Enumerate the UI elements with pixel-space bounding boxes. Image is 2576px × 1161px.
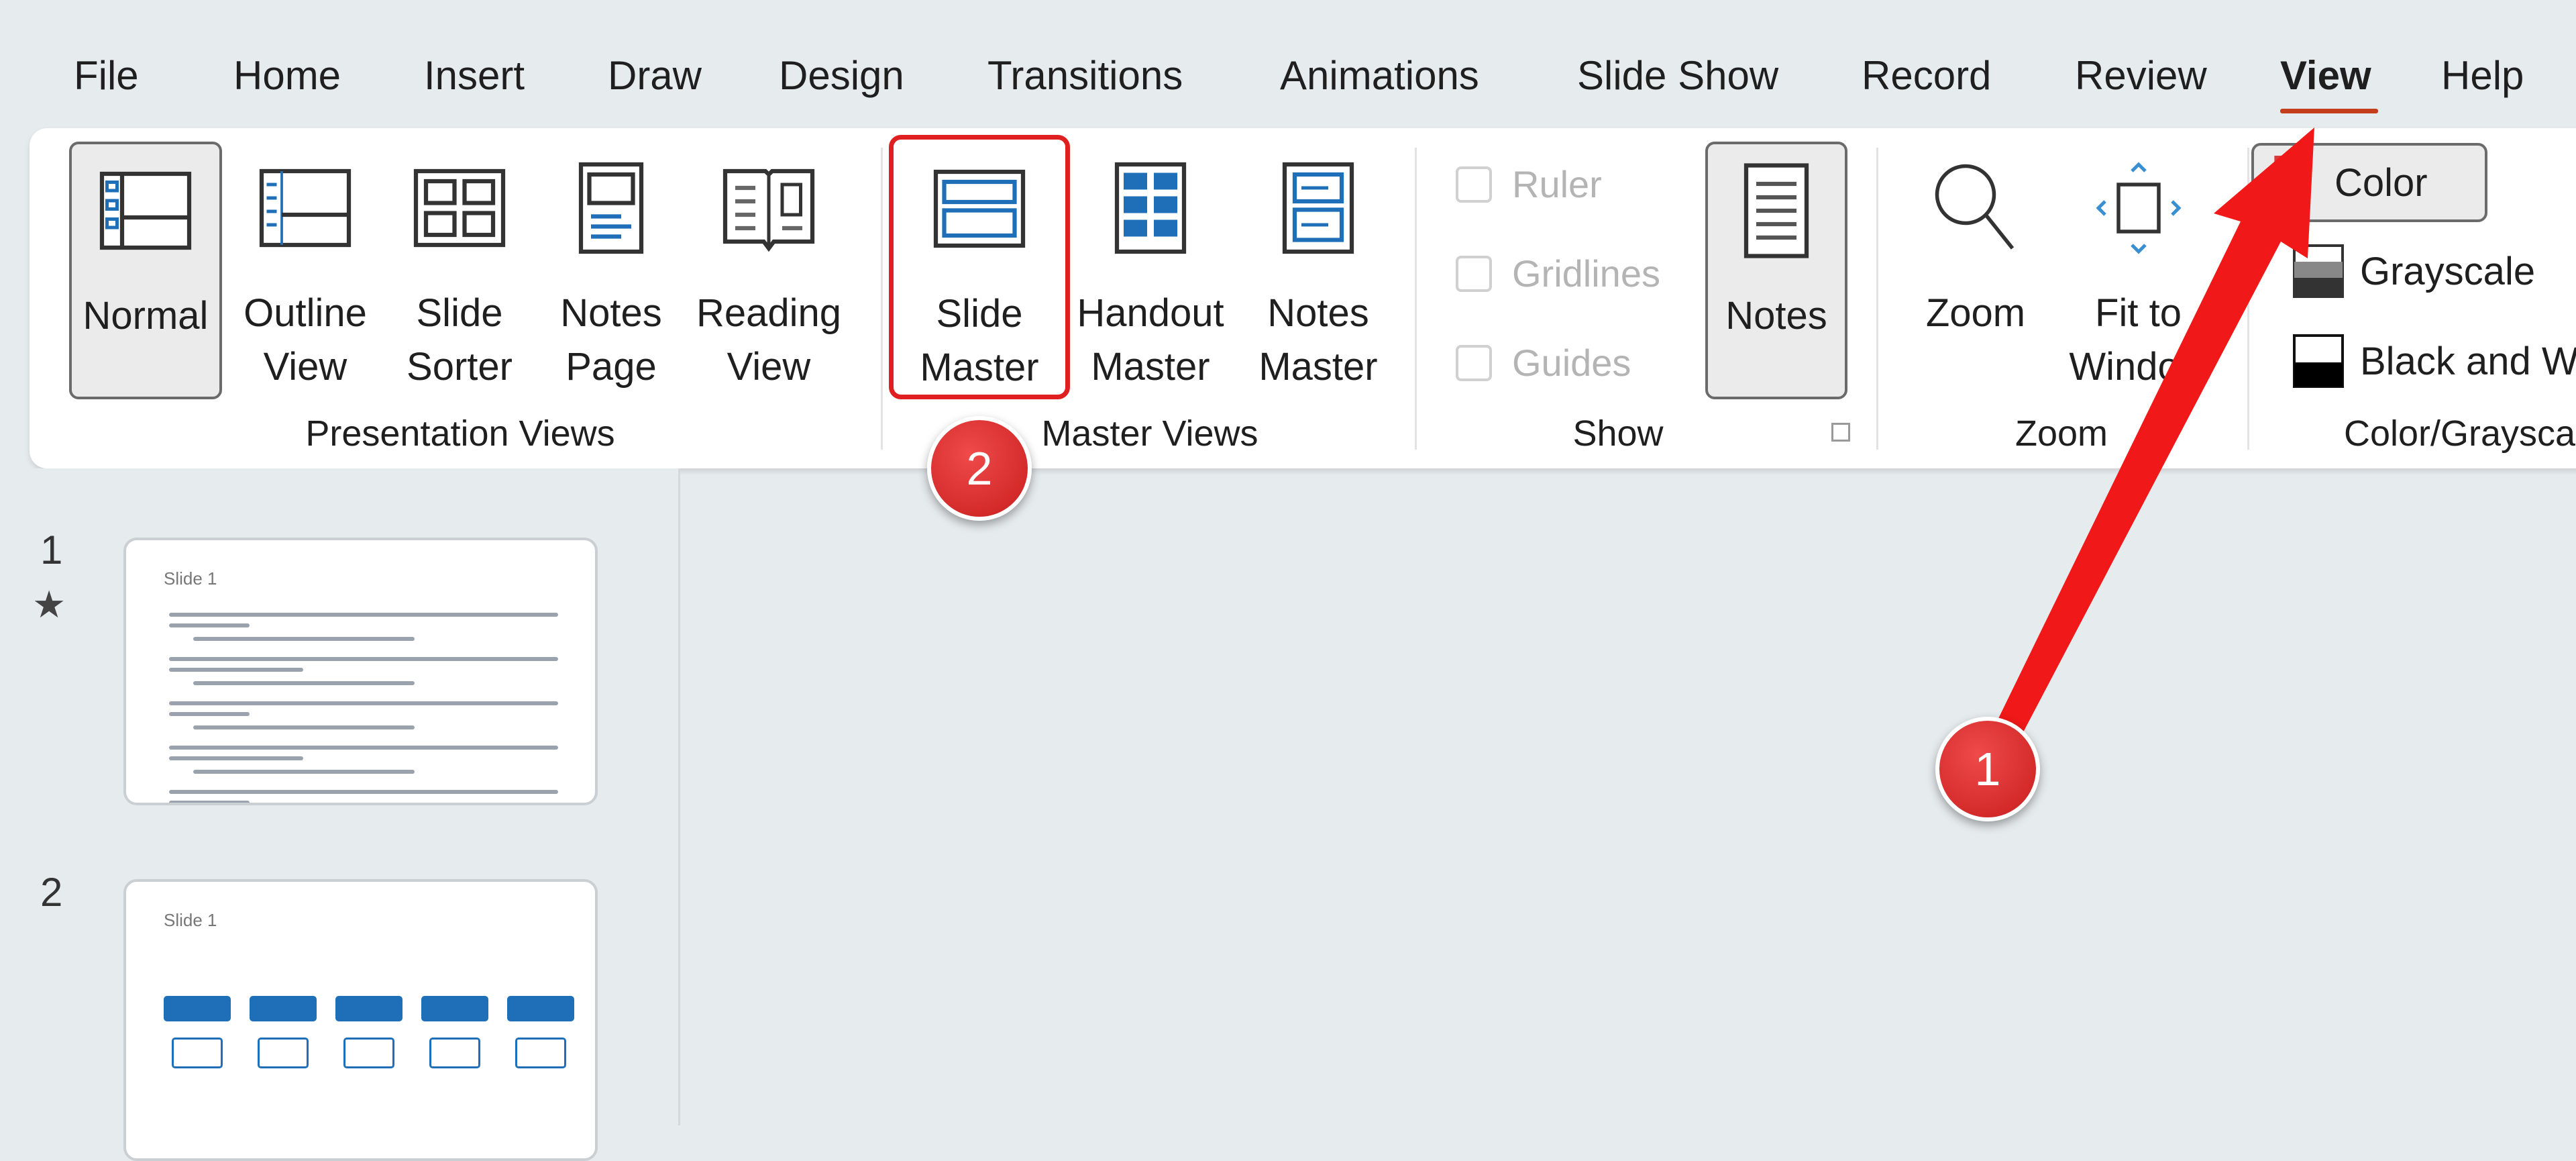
annotation-marker-1: 1 [1935,717,2040,821]
annotation-arrow [1979,128,2314,772]
annotation-marker-2: 2 [927,416,1032,521]
